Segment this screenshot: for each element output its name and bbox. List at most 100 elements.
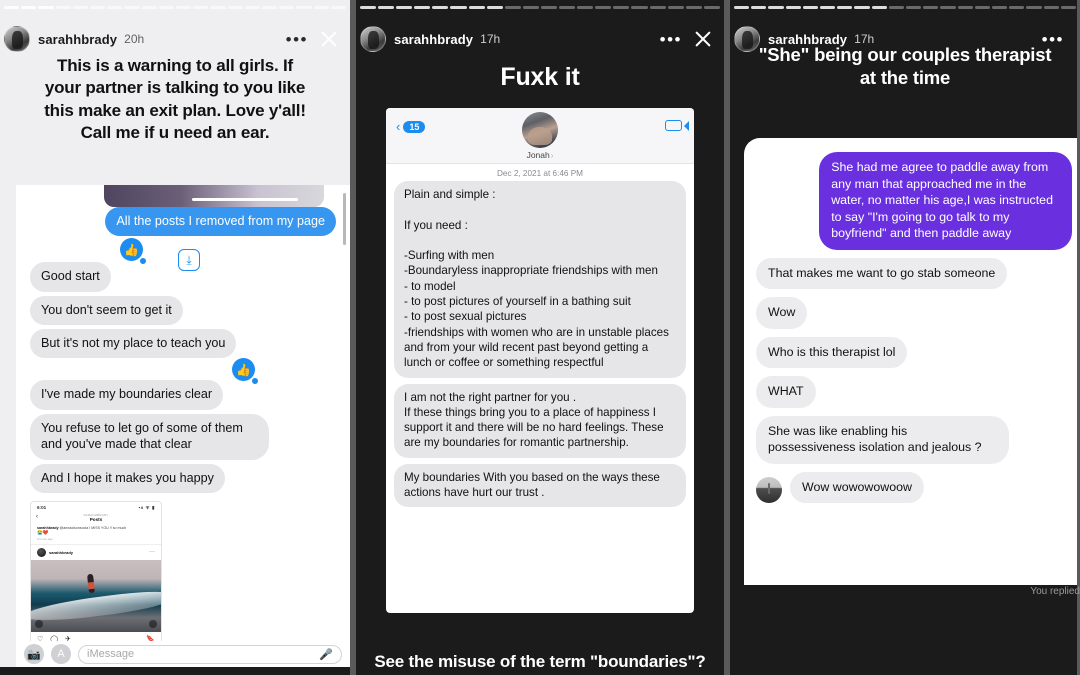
avatar[interactable] xyxy=(734,26,760,52)
progress-segment xyxy=(176,6,192,9)
chat-screenshot-1: All the posts I removed from my page 👍 G… xyxy=(16,185,350,645)
chat-header: ‹ 15 Jonah› xyxy=(386,108,694,164)
chevron-right-icon: › xyxy=(550,151,554,160)
more-options-icon[interactable]: ••• xyxy=(1036,31,1070,48)
progress-segment xyxy=(227,6,243,9)
back-chevron-icon[interactable]: ‹ xyxy=(36,514,38,520)
contact-name-row[interactable]: Jonah› xyxy=(386,150,694,160)
message-bubble: Good start xyxy=(30,262,111,292)
progress-segment xyxy=(4,6,20,9)
sender-avatar xyxy=(756,477,782,503)
note-emoji: 😭❤️ xyxy=(37,529,49,535)
message-bubble: My boundaries With you based on the ways… xyxy=(394,463,686,508)
thumbs-up-reaction-icon[interactable]: 👍 xyxy=(232,358,258,385)
story-footer-caption-2: See the misuse of the term "boundaries"? xyxy=(374,651,706,671)
story-panel-1: sarahhbrady 20h ••• This is a warning to… xyxy=(0,0,350,675)
shared-instagram-post[interactable]: 6:01 ▪ᴧ ᯤ ▮ ‹ SARAHHBRADY Posts sarahhbr… xyxy=(30,500,162,645)
progress-segment xyxy=(38,6,54,9)
contact-name: Jonah xyxy=(526,150,550,160)
progress-segment xyxy=(940,6,956,9)
progress-segment xyxy=(577,6,594,9)
progress-segment xyxy=(768,6,784,9)
imessage-placeholder: iMessage xyxy=(87,648,135,660)
message-row: You don't seem to get it xyxy=(16,295,350,326)
progress-segment xyxy=(107,6,123,9)
progress-segment xyxy=(72,6,89,9)
progress-segment xyxy=(559,6,576,9)
story-progress-bar-1[interactable] xyxy=(4,6,347,9)
close-icon[interactable] xyxy=(692,28,714,50)
progress-segment xyxy=(751,6,767,9)
message-row: She had me agree to paddle away from any… xyxy=(756,152,1072,250)
post-author-row[interactable]: sarahhbrady ··· xyxy=(31,545,161,560)
progress-segment xyxy=(595,6,612,9)
username[interactable]: sarahhbrady xyxy=(768,32,847,47)
message-row: I've made my boundaries clear xyxy=(16,380,350,410)
message-row: All the posts I removed from my page xyxy=(16,207,350,237)
app-store-icon[interactable]: A xyxy=(51,644,71,664)
camera-icon[interactable]: 📷 xyxy=(24,644,44,664)
phone-status-bar: 6:01 ▪ᴧ ᯤ ▮ xyxy=(31,502,161,512)
surfer-figure xyxy=(87,574,96,594)
progress-segment xyxy=(906,6,922,9)
message-bubble: I've made my boundaries clear xyxy=(30,380,224,410)
message-bubble: Wow xyxy=(756,297,808,329)
progress-segment xyxy=(1009,6,1025,9)
message-bubble: But it's not my place to teach you xyxy=(30,329,237,359)
tag-badge-icon xyxy=(149,619,157,628)
message-list: Plain and simple : If you need : -Surfin… xyxy=(386,181,694,508)
message-row: She was like enabling his possessiveness… xyxy=(756,415,1072,464)
imessage-composer: 📷 A iMessage 🎤 xyxy=(16,641,350,667)
story-strip: sarahhbrady 20h ••• This is a warning to… xyxy=(0,0,1080,675)
message-bubble: She had me agree to paddle away from any… xyxy=(819,152,1072,250)
back-button[interactable]: ‹ 15 xyxy=(396,119,426,134)
download-icon[interactable]: ⤓ xyxy=(178,249,200,271)
message-row: Wow wowowowoow xyxy=(756,471,1072,503)
close-icon[interactable] xyxy=(318,28,340,50)
more-options-icon[interactable]: ••• xyxy=(654,31,688,48)
story-caption-2: Fuxk it xyxy=(500,63,580,91)
note-time: 9 hours ago xyxy=(37,536,53,541)
username[interactable]: sarahhbrady xyxy=(38,32,117,47)
message-bubble: Wow wowowowoow xyxy=(790,471,924,503)
mic-icon[interactable]: 🎤 xyxy=(319,648,333,661)
back-chevron-icon: ‹ xyxy=(396,119,401,134)
timestamp: 20h xyxy=(124,32,145,46)
timestamp: 17h xyxy=(480,32,501,46)
imessage-input[interactable]: iMessage 🎤 xyxy=(78,644,342,664)
video-call-icon[interactable] xyxy=(665,120,689,131)
progress-segment xyxy=(923,6,939,9)
story-progress-bar-2[interactable] xyxy=(360,6,720,9)
progress-segment xyxy=(21,6,37,9)
progress-segment xyxy=(432,6,449,9)
message-bubble: Plain and simple : If you need : -Surfin… xyxy=(394,181,686,378)
chat-top-gradient xyxy=(104,185,324,207)
progress-segment xyxy=(504,6,521,9)
username[interactable]: sarahhbrady xyxy=(394,32,473,47)
message-row: And I hope it makes you happy xyxy=(16,463,350,493)
progress-segment xyxy=(55,6,71,9)
message-bubble: You don't seem to get it xyxy=(30,295,183,326)
avatar[interactable] xyxy=(360,26,386,52)
audio-badge-icon xyxy=(35,619,43,628)
progress-segment xyxy=(193,6,209,9)
progress-segment xyxy=(262,6,278,9)
progress-segment xyxy=(802,6,819,9)
progress-segment xyxy=(313,6,329,9)
message-bubble: Who is this therapist lol xyxy=(756,336,908,368)
thumbs-up-reaction-icon[interactable]: 👍 xyxy=(120,238,146,265)
contact-avatar[interactable] xyxy=(522,112,558,148)
avatar[interactable] xyxy=(4,26,30,52)
story-progress-bar-3[interactable] xyxy=(734,6,1077,9)
progress-segment xyxy=(1060,6,1077,9)
more-options-icon[interactable]: ••• xyxy=(280,31,314,48)
post-username[interactable]: sarahhbrady xyxy=(49,550,73,555)
progress-segment xyxy=(820,6,836,9)
progress-segment xyxy=(992,6,1008,9)
avatar xyxy=(37,547,46,557)
progress-segment xyxy=(837,6,853,9)
progress-segment xyxy=(785,6,801,9)
more-options-icon[interactable]: ··· xyxy=(149,549,155,555)
progress-segment xyxy=(124,6,140,9)
progress-segment xyxy=(158,6,175,9)
